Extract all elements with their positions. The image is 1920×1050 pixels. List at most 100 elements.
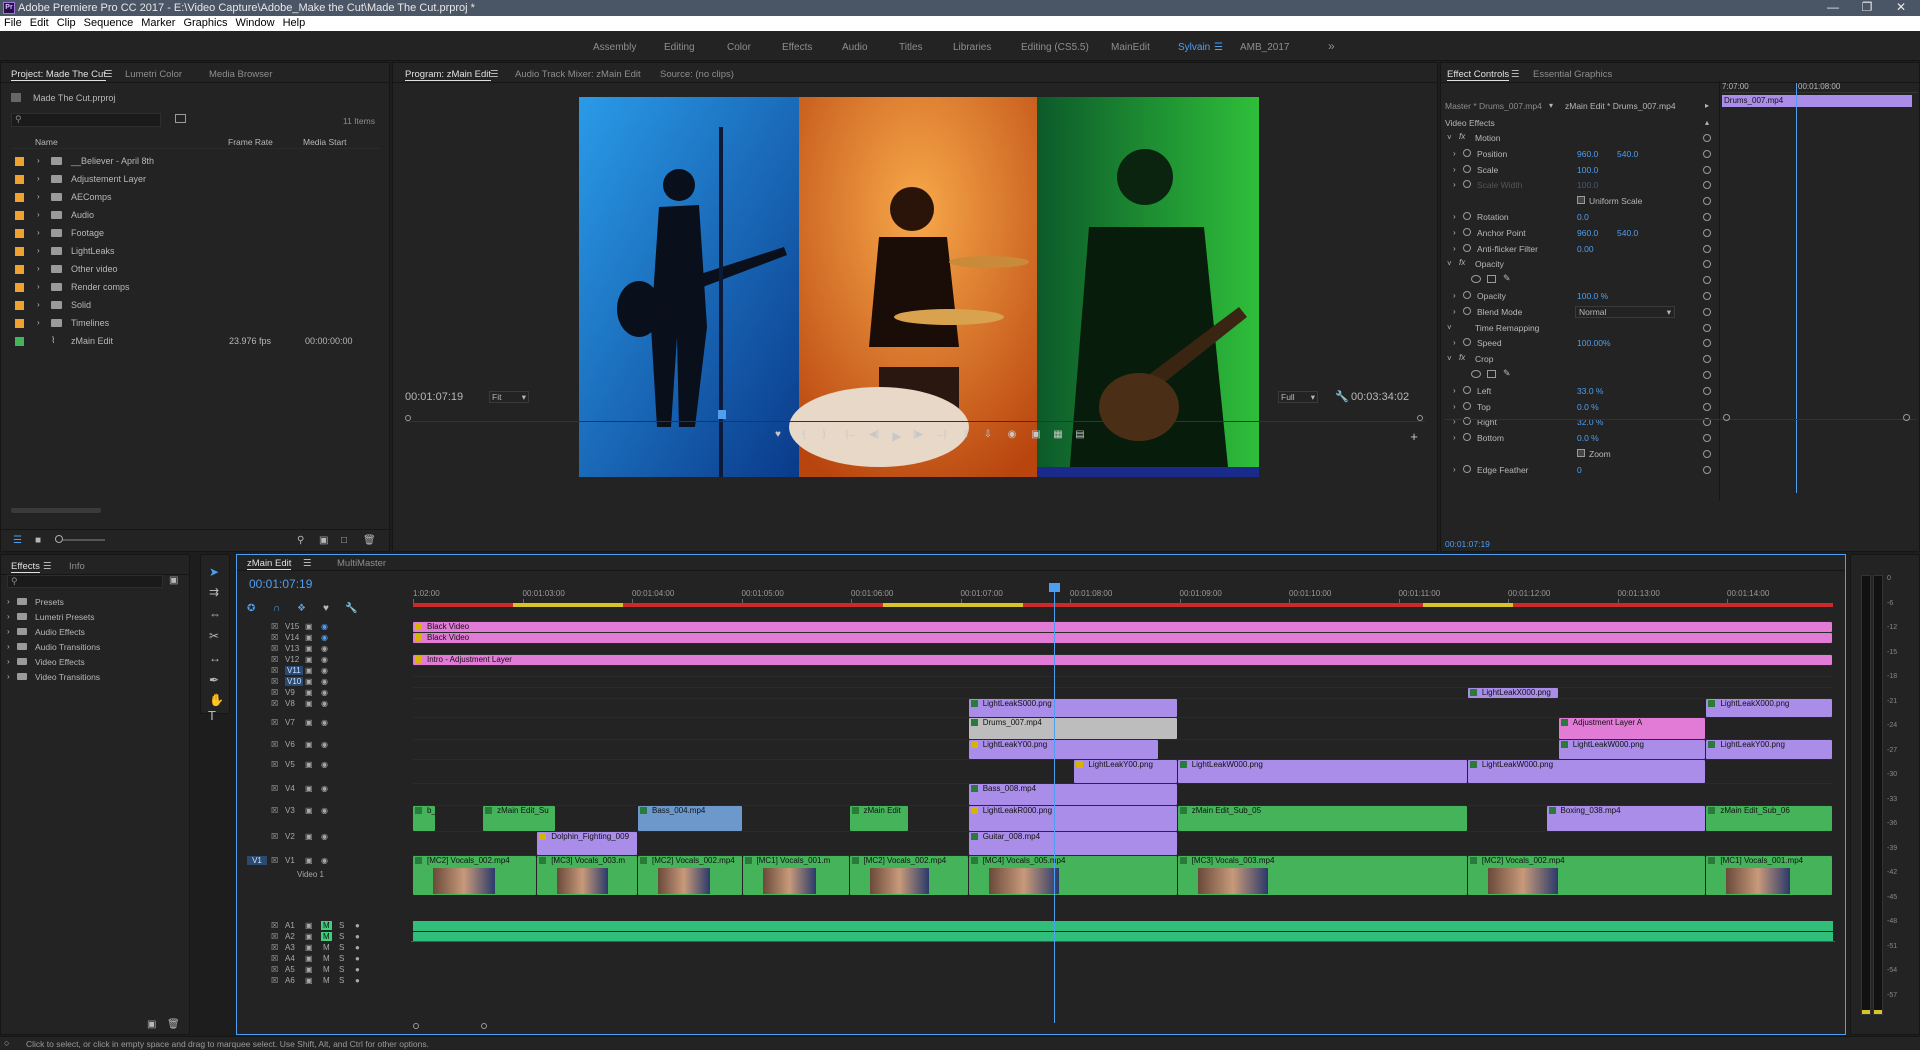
timeline-clip[interactable]: LightLeakY00.png: [968, 740, 1159, 759]
track-label[interactable]: V5: [285, 760, 295, 769]
lock-icon[interactable]: ☒: [271, 666, 278, 675]
snap-icon[interactable]: ∩: [273, 603, 280, 614]
workspace-menu-icon[interactable]: ☰: [1214, 42, 1223, 53]
project-scrollbar[interactable]: [11, 508, 101, 513]
timeline-clip[interactable]: [MC3] Vocals_003.m: [537, 856, 637, 895]
sync-lock-icon[interactable]: ▣: [305, 976, 313, 985]
lock-icon[interactable]: ☒: [271, 832, 278, 841]
lock-icon[interactable]: ☒: [271, 699, 278, 708]
sync-lock-icon[interactable]: ▣: [305, 644, 313, 653]
chevron-right-icon[interactable]: ›: [1453, 307, 1456, 316]
reset-icon[interactable]: [1703, 402, 1711, 411]
program-time-ruler[interactable]: [405, 410, 1425, 422]
extract-icon[interactable]: ⇩: [981, 429, 995, 440]
effect-timeline-scroll[interactable]: [1723, 414, 1913, 423]
tab-multimaster[interactable]: MultiMaster: [337, 558, 386, 569]
chevron-up-icon[interactable]: ▴: [1705, 118, 1709, 127]
reset-icon[interactable]: [1703, 213, 1711, 221]
track-label[interactable]: V13: [285, 644, 299, 653]
timeline-clip[interactable]: [MC4] Vocals_005.mp4: [968, 856, 1177, 895]
chevron-right-icon[interactable]: ›: [7, 612, 10, 621]
menu-graphics[interactable]: Graphics: [179, 16, 231, 29]
chevron-right-icon[interactable]: ›: [1453, 149, 1456, 158]
reset-icon[interactable]: [1703, 307, 1711, 316]
chevron-right-icon[interactable]: ›: [37, 282, 40, 291]
timeline-clip[interactable]: LightLeakY00.png: [1074, 760, 1177, 783]
scroll-handle-left[interactable]: [1723, 414, 1730, 421]
property-value[interactable]: 0: [1577, 465, 1582, 475]
timeline-clip[interactable]: zMain Edit_Su: [483, 806, 555, 831]
reset-icon[interactable]: [1703, 371, 1711, 379]
lock-icon[interactable]: ☒: [271, 740, 278, 749]
effect-property-row[interactable]: ✎: [1441, 273, 1717, 288]
scroll-handle-right[interactable]: [481, 1023, 487, 1029]
eye-icon[interactable]: ◉: [321, 784, 328, 793]
chevron-right-icon[interactable]: ›: [1453, 338, 1456, 347]
solo-button[interactable]: S: [339, 921, 344, 930]
property-value[interactable]: 0.0 %: [1577, 402, 1599, 412]
hand-tool-icon[interactable]: ✋: [209, 693, 224, 707]
lock-icon[interactable]: ☒: [271, 954, 278, 963]
playback-resolution-select[interactable]: Full ▾: [1278, 391, 1318, 403]
lock-icon[interactable]: ☒: [271, 921, 278, 930]
accelerated-effects-icon[interactable]: ▣: [169, 575, 178, 586]
scroll-handle-left[interactable]: [413, 1023, 419, 1029]
sync-lock-icon[interactable]: ▣: [305, 677, 313, 686]
effect-timeline-ruler[interactable]: 7:07:00 00:01:08:00: [1722, 81, 1918, 93]
timeline-clip[interactable]: LightLeakW000.png: [1558, 740, 1706, 759]
stopwatch-icon[interactable]: [1463, 180, 1471, 189]
workspace-overflow-icon[interactable]: »: [1328, 39, 1335, 53]
stopwatch-icon[interactable]: [1463, 227, 1471, 236]
eye-icon[interactable]: ◉: [321, 633, 328, 642]
timeline-clip[interactable]: Boxing_038.mp4: [1546, 806, 1706, 831]
restore-icon[interactable]: ❐: [1852, 0, 1882, 16]
program-timecode[interactable]: 00:01:07:19: [405, 391, 463, 403]
timeline-scrollbar[interactable]: [413, 1023, 533, 1029]
linked-selection-icon[interactable]: ❖: [297, 603, 306, 614]
sync-lock-icon[interactable]: ▣: [305, 699, 313, 708]
effect-property-row[interactable]: ˅ fx Opacity: [1441, 257, 1717, 272]
eye-icon[interactable]: ◉: [321, 740, 328, 749]
chevron-right-icon[interactable]: ›: [37, 174, 40, 183]
effects-folder[interactable]: › Lumetri Presets: [1, 610, 191, 625]
timeline-clip[interactable]: zMain Edit: [849, 806, 908, 831]
microphone-icon[interactable]: ●: [355, 932, 360, 941]
go-to-in-icon[interactable]: |←: [845, 429, 859, 440]
add-marker-icon[interactable]: ♥: [323, 603, 329, 614]
reset-icon[interactable]: [1703, 244, 1711, 253]
sync-lock-icon[interactable]: ▣: [305, 740, 313, 749]
mute-button[interactable]: M: [321, 976, 332, 985]
timeline-clip[interactable]: Bass_008.mp4: [968, 784, 1177, 805]
eye-icon[interactable]: ◉: [321, 688, 328, 697]
tab-effect-controls-menu-icon[interactable]: ☰: [1511, 69, 1520, 80]
sync-lock-icon[interactable]: ▣: [305, 760, 313, 769]
stopwatch-icon[interactable]: [1463, 212, 1471, 220]
effect-property-row[interactable]: › Speed 100.00%: [1441, 336, 1717, 351]
workspace-editing-cs55[interactable]: Editing (CS5.5): [1021, 42, 1089, 53]
chevron-right-icon[interactable]: ›: [1453, 165, 1456, 174]
workspace-sylvain[interactable]: Sylvain: [1178, 42, 1210, 53]
go-to-out-icon[interactable]: →|: [933, 429, 947, 440]
chevron-right-icon[interactable]: ›: [7, 597, 10, 606]
effect-property-row[interactable]: › Opacity 100.0 %: [1441, 289, 1717, 304]
scroll-handle-right[interactable]: [1903, 414, 1910, 421]
track-label[interactable]: V4: [285, 784, 295, 793]
timeline-ruler[interactable]: 1:02:00 00:01:03:00 00:01:04:00 00:01:05:00…: [413, 583, 1833, 605]
timeline-clip[interactable]: Guitar_008.mp4: [968, 832, 1177, 855]
effect-property-row[interactable]: › Scale Width 100.0: [1441, 178, 1717, 193]
lock-icon[interactable]: ☒: [271, 655, 278, 664]
property-value[interactable]: 960.0: [1577, 228, 1598, 238]
effect-property-row[interactable]: ✎: [1441, 368, 1717, 383]
track-label[interactable]: V10: [285, 677, 304, 686]
lock-icon[interactable]: ☒: [271, 806, 278, 815]
lock-icon[interactable]: ☒: [271, 644, 278, 653]
sync-lock-icon[interactable]: ▣: [305, 965, 313, 974]
chevron-right-icon[interactable]: ›: [7, 657, 10, 666]
new-bin-from-search-icon[interactable]: [175, 114, 186, 123]
mute-button[interactable]: M: [321, 954, 332, 963]
effects-folder[interactable]: › Audio Transitions: [1, 640, 191, 655]
tab-zmain-edit[interactable]: zMain Edit: [247, 558, 292, 570]
chevron-right-icon[interactable]: ›: [1453, 180, 1456, 189]
stopwatch-icon[interactable]: [1463, 291, 1471, 299]
eye-icon[interactable]: ◉: [321, 677, 328, 686]
